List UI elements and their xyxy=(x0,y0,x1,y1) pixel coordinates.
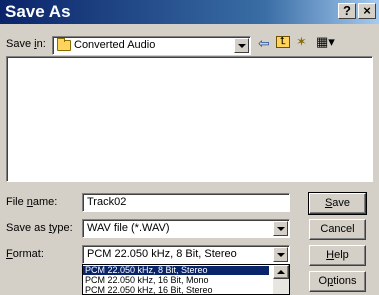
save-in-dropdown-button[interactable] xyxy=(234,38,249,53)
help-button[interactable]: Help xyxy=(309,245,366,266)
window-title: Save As xyxy=(5,2,71,21)
format-option[interactable]: PCM 22.050 kHz, 16 Bit, Stereo xyxy=(83,286,269,294)
close-icon: × xyxy=(363,3,371,18)
back-icon[interactable]: ⇦ xyxy=(258,35,270,52)
folder-icon xyxy=(57,37,71,51)
format-list-scrollbar[interactable] xyxy=(273,265,289,294)
save-in-value: Converted Audio xyxy=(74,39,156,51)
file-name-input[interactable]: Track02 xyxy=(82,193,290,212)
file-list-area[interactable] xyxy=(6,56,373,182)
close-title-button[interactable]: × xyxy=(358,3,376,19)
scroll-up-icon xyxy=(277,270,285,274)
options-button[interactable]: Options xyxy=(309,271,366,292)
title-bar[interactable]: Save As ? × xyxy=(0,0,379,24)
save-as-type-value: WAV file (*.WAV) xyxy=(87,222,170,234)
format-dropdown-button[interactable] xyxy=(273,247,288,262)
view-menu-icon[interactable]: ▦▾ xyxy=(316,34,335,50)
save-button[interactable]: Save xyxy=(308,192,367,215)
cancel-button[interactable]: Cancel xyxy=(309,219,366,240)
format-options-list[interactable]: PCM 22.050 kHz, 8 Bit, Stereo PCM 22.050 … xyxy=(82,264,290,295)
save-as-type-dropdown[interactable]: WAV file (*.WAV) xyxy=(82,219,290,238)
format-label: Format: xyxy=(6,248,44,260)
help-title-button[interactable]: ? xyxy=(338,3,356,19)
save-as-type-label: Save as type: xyxy=(6,222,73,234)
save-in-label: Save in: xyxy=(6,38,46,50)
save-as-type-dropdown-button[interactable] xyxy=(273,221,288,236)
format-value: PCM 22.050 kHz, 8 Bit, Stereo xyxy=(87,248,237,260)
help-icon: ? xyxy=(343,3,351,18)
new-folder-icon[interactable]: ✶ xyxy=(296,34,307,50)
format-option[interactable]: PCM 22.050 kHz, 16 Bit, Mono xyxy=(83,276,269,285)
up-folder-icon[interactable]: ⮤ xyxy=(276,36,290,48)
format-dropdown[interactable]: PCM 22.050 kHz, 8 Bit, Stereo xyxy=(82,245,290,264)
save-in-dropdown[interactable]: Converted Audio xyxy=(52,36,251,55)
scroll-up-button[interactable] xyxy=(273,265,289,279)
file-name-label: File name: xyxy=(6,196,58,208)
format-option[interactable]: PCM 22.050 kHz, 8 Bit, Stereo xyxy=(83,266,269,275)
